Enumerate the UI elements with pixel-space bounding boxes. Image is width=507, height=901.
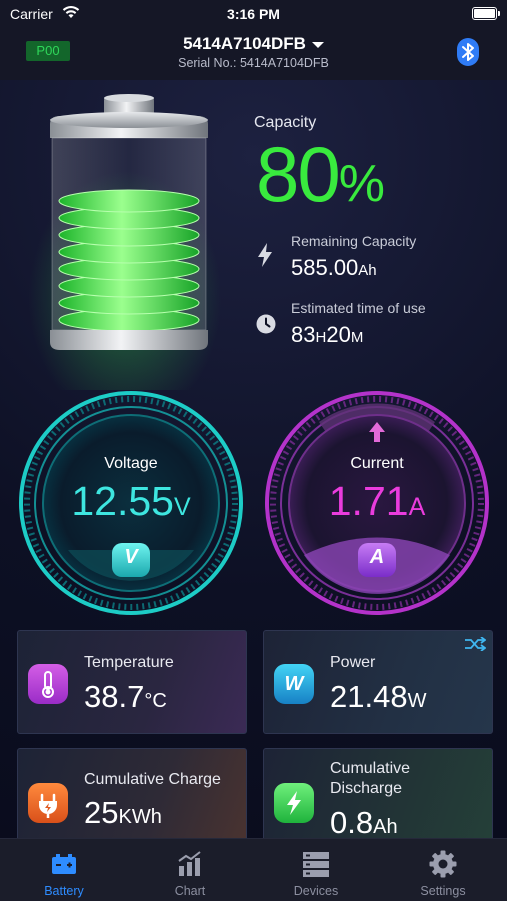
cumulative-charge-card: Cumulative Charge 25KWh	[17, 748, 247, 850]
status-bar: Carrier 3:16 PM	[0, 0, 507, 28]
capacity-value: 80%	[256, 135, 385, 213]
shuffle-icon[interactable]	[464, 637, 486, 651]
capacity-percent: 80	[256, 130, 341, 218]
bluetooth-button[interactable]	[457, 38, 479, 66]
nav-bar: P00 5414A7104DFB Serial No.: 5414A7104DF…	[0, 28, 507, 80]
battery-level-illustration	[50, 94, 208, 350]
thermometer-icon	[28, 664, 68, 704]
clock-icon	[256, 314, 276, 334]
cumulative-charge-label: Cumulative Charge	[84, 771, 221, 788]
lightning-icon	[258, 243, 272, 267]
remaining-capacity-label: Remaining Capacity	[291, 233, 417, 249]
temperature-value: 38.7°C	[84, 679, 167, 714]
tab-devices[interactable]: Devices	[253, 839, 379, 901]
current-value: 1.71A	[328, 478, 426, 524]
temperature-card: Temperature 38.7°C	[17, 630, 247, 734]
cumulative-discharge-card: Cumulative Discharge 0.8Ah	[263, 748, 493, 850]
clock: 3:16 PM	[227, 6, 280, 22]
bar-chart-icon	[178, 851, 201, 876]
power-badge-icon: W	[274, 664, 314, 704]
tab-settings[interactable]: Settings	[380, 839, 506, 901]
bluetooth-icon	[462, 43, 474, 61]
capacity-unit: %	[338, 155, 385, 213]
battery-bottom-cap	[50, 330, 208, 350]
lightning-badge-icon	[274, 783, 314, 823]
power-card: W Power 21.48W	[263, 630, 493, 734]
battery-icon	[52, 854, 76, 874]
cumulative-discharge-value: 0.8Ah	[330, 805, 398, 840]
cumulative-discharge-label: Cumulative Discharge	[330, 760, 411, 797]
device-selector[interactable]: 5414A7104DFB	[0, 34, 507, 54]
tab-bar: Battery Chart Devices Settings	[0, 838, 507, 901]
device-name: 5414A7104DFB	[183, 34, 306, 53]
voltage-value: 12.55V	[71, 478, 191, 524]
tab-chart[interactable]: Chart	[127, 839, 253, 901]
power-value: 21.48W	[330, 679, 427, 714]
voltage-label: Voltage	[104, 455, 158, 472]
chevron-down-icon	[311, 41, 324, 48]
serial-number: Serial No.: 5414A7104DFB	[178, 56, 329, 70]
temperature-label: Temperature	[84, 654, 174, 671]
server-icon	[303, 852, 329, 877]
battery-status-icon	[472, 7, 500, 20]
estimated-time-value: 83H20M	[291, 322, 364, 347]
charging-plug-icon	[28, 783, 68, 823]
tab-battery[interactable]: Battery	[1, 839, 127, 901]
power-label: Power	[330, 654, 376, 671]
estimated-time-label: Estimated time of use	[291, 300, 426, 316]
battery-cell	[58, 189, 200, 213]
remaining-capacity-value: 585.00Ah	[291, 255, 377, 280]
voltage-badge-letter: V	[124, 546, 138, 568]
current-label: Current	[350, 455, 404, 472]
current-badge-letter: A	[369, 546, 385, 568]
cumulative-charge-value: 25KWh	[84, 795, 162, 830]
gear-icon	[429, 850, 457, 878]
